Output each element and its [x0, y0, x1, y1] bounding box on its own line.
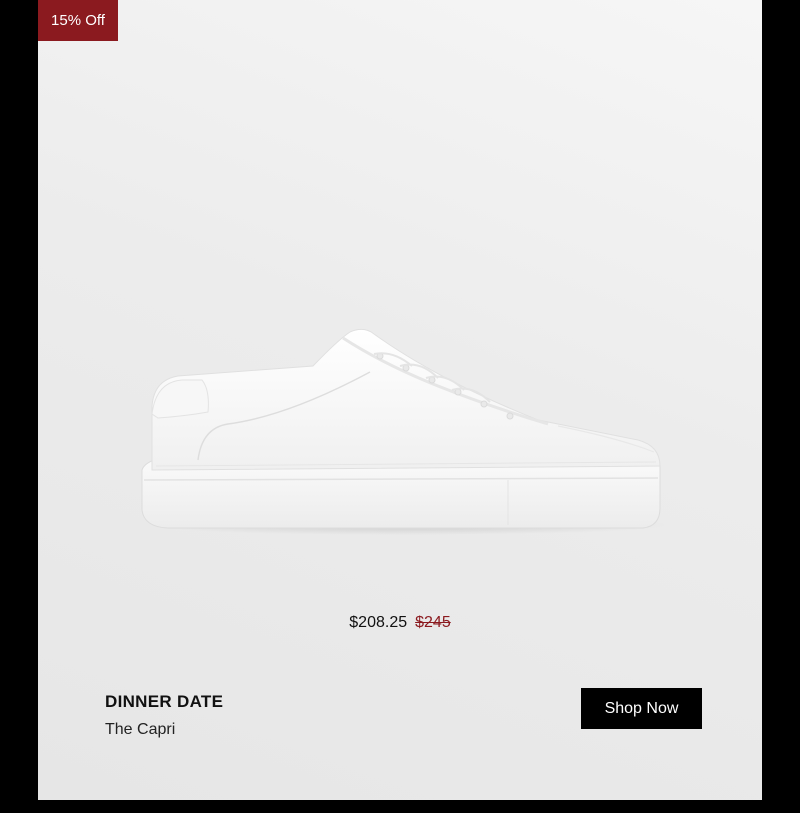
product-name[interactable]: The Capri	[105, 721, 175, 739]
original-price: $245	[415, 614, 451, 631]
discount-badge-label: 15% Off	[51, 12, 105, 29]
product-card[interactable]: 15% Off $208.25 $245 DINNER DATE The Cap…	[38, 0, 762, 800]
discount-badge: 15% Off	[38, 0, 118, 41]
shop-now-button[interactable]: Shop Now	[581, 688, 702, 729]
price-row: $208.25 $245	[38, 614, 762, 632]
shop-now-button-label: Shop Now	[604, 699, 679, 717]
collection-title: DINNER DATE	[105, 692, 224, 711]
page-frame: 15% Off $208.25 $245 DINNER DATE The Cap…	[0, 0, 800, 813]
sale-price: $208.25	[349, 614, 408, 631]
white-leather-low-top-sneaker-icon[interactable]	[138, 320, 664, 540]
